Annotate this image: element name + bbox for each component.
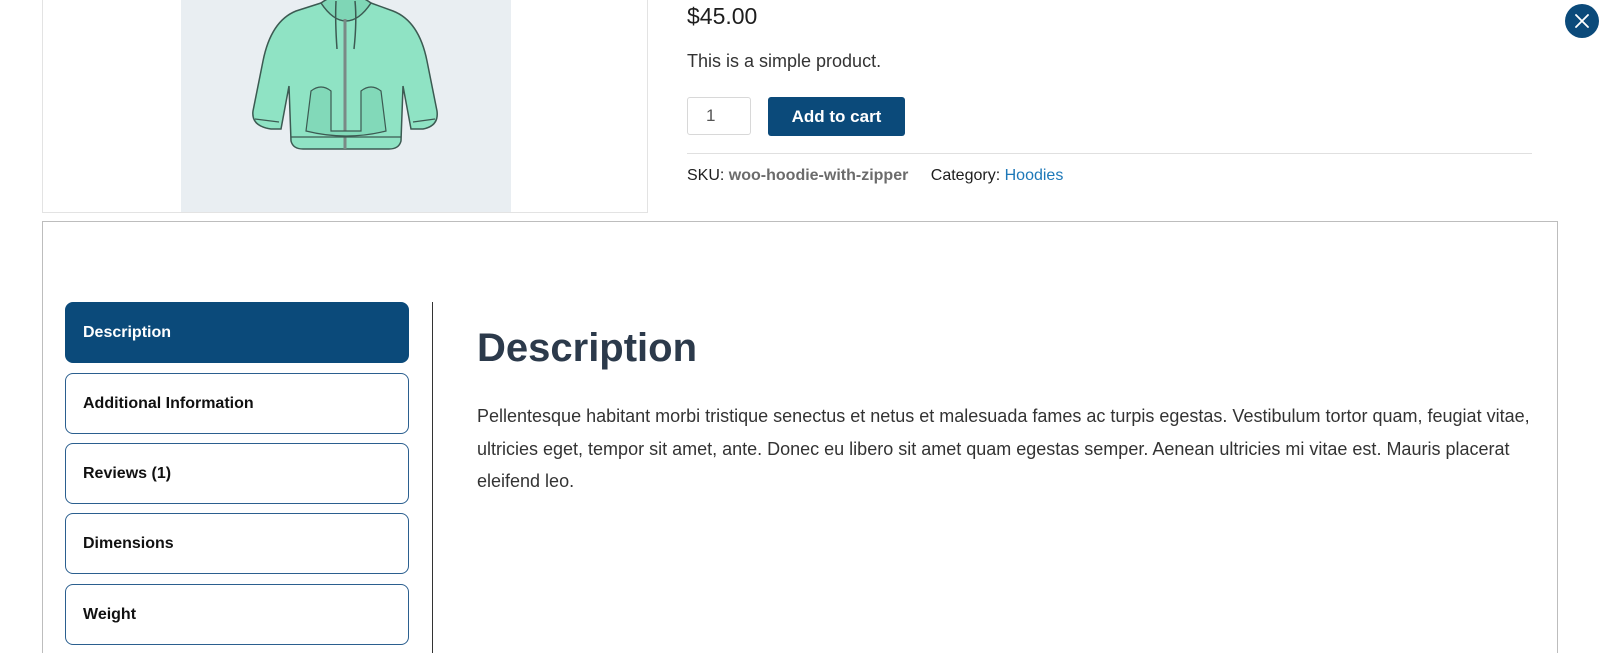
tab-description[interactable]: Description: [65, 302, 409, 363]
tabs-divider: [432, 302, 433, 653]
product-image-frame: [42, 0, 648, 213]
quantity-input[interactable]: [687, 97, 751, 135]
close-icon: [1575, 14, 1589, 28]
category-link[interactable]: Hoodies: [1005, 167, 1064, 184]
hoodie-image: [252, 0, 438, 150]
category-label: Category:: [930, 167, 1001, 184]
product-image[interactable]: [181, 0, 511, 212]
sku-value: woo-hoodie-with-zipper: [728, 167, 909, 184]
add-to-cart-button[interactable]: Add to cart: [768, 97, 905, 136]
panel-text: Pellentesque habitant morbi tristique se…: [477, 406, 1530, 491]
product-short-description: This is a simple product.: [687, 51, 882, 71]
meta-divider: [687, 153, 1532, 154]
close-button[interactable]: [1565, 4, 1599, 38]
tab-reviews[interactable]: Reviews (1): [65, 443, 409, 504]
panel-heading: Description: [477, 326, 698, 370]
tab-dimensions[interactable]: Dimensions: [65, 513, 409, 574]
sku-label: SKU:: [687, 167, 725, 184]
tab-weight[interactable]: Weight: [65, 584, 409, 645]
tab-additional-information[interactable]: Additional Information: [65, 373, 409, 434]
product-tabs-panel: Description Additional Information Revie…: [42, 221, 1558, 653]
product-price: $45.00: [687, 3, 758, 29]
product-meta: SKU: woo-hoodie-with-zipper Category: Ho…: [687, 167, 1063, 185]
quick-view-modal: $45.00 This is a simple product. Add to …: [0, 0, 1600, 653]
